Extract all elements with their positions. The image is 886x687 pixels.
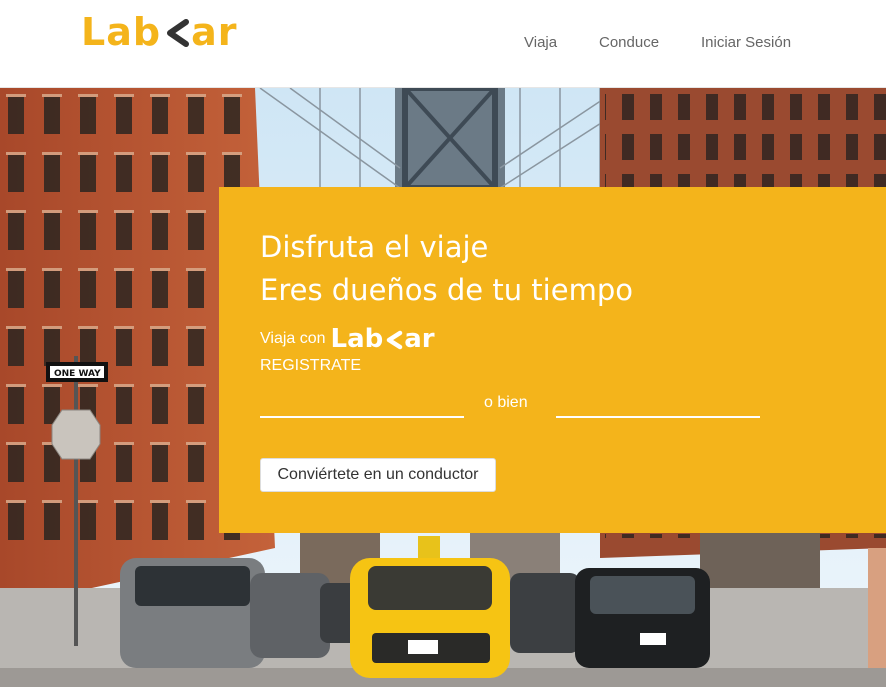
nav-item-viaja[interactable]: Viaja <box>524 34 557 51</box>
become-driver-button[interactable]: Conviértete en un conductor <box>260 458 496 492</box>
chevron-left-icon <box>385 328 403 350</box>
labcar-mini-logo: Lab ar <box>331 324 435 354</box>
chevron-left-icon <box>164 15 190 49</box>
nav-item-conduce[interactable]: Conduce <box>599 34 659 51</box>
ride-prefix: Viaja con <box>260 330 326 347</box>
logo-text-left: Lab <box>81 10 162 54</box>
logo-text-right: ar <box>191 10 238 54</box>
mini-logo-text-right: ar <box>404 324 435 354</box>
hero-headline-1: Disfruta el viaje <box>260 230 489 264</box>
nav-item-iniciar-sesion[interactable]: Iniciar Sesión <box>701 34 791 51</box>
labcar-logo[interactable]: Lab ar <box>81 10 237 54</box>
divider-line-right <box>556 416 760 418</box>
register-link[interactable]: REGISTRATE <box>260 357 361 375</box>
ride-with-labcar: Viaja con Lab ar <box>260 324 435 354</box>
top-navbar: Lab ar Viaja Conduce Iniciar Sesión <box>0 0 886 88</box>
divider-line-left <box>260 416 464 418</box>
street-sign: ONE WAY <box>54 369 101 379</box>
hero-headline-2: Eres dueños de tu tiempo <box>260 273 633 307</box>
mini-logo-text-left: Lab <box>330 324 384 354</box>
hero-card: Disfruta el viaje Eres dueños de tu tiem… <box>219 187 886 533</box>
or-text: o bien <box>484 394 528 411</box>
